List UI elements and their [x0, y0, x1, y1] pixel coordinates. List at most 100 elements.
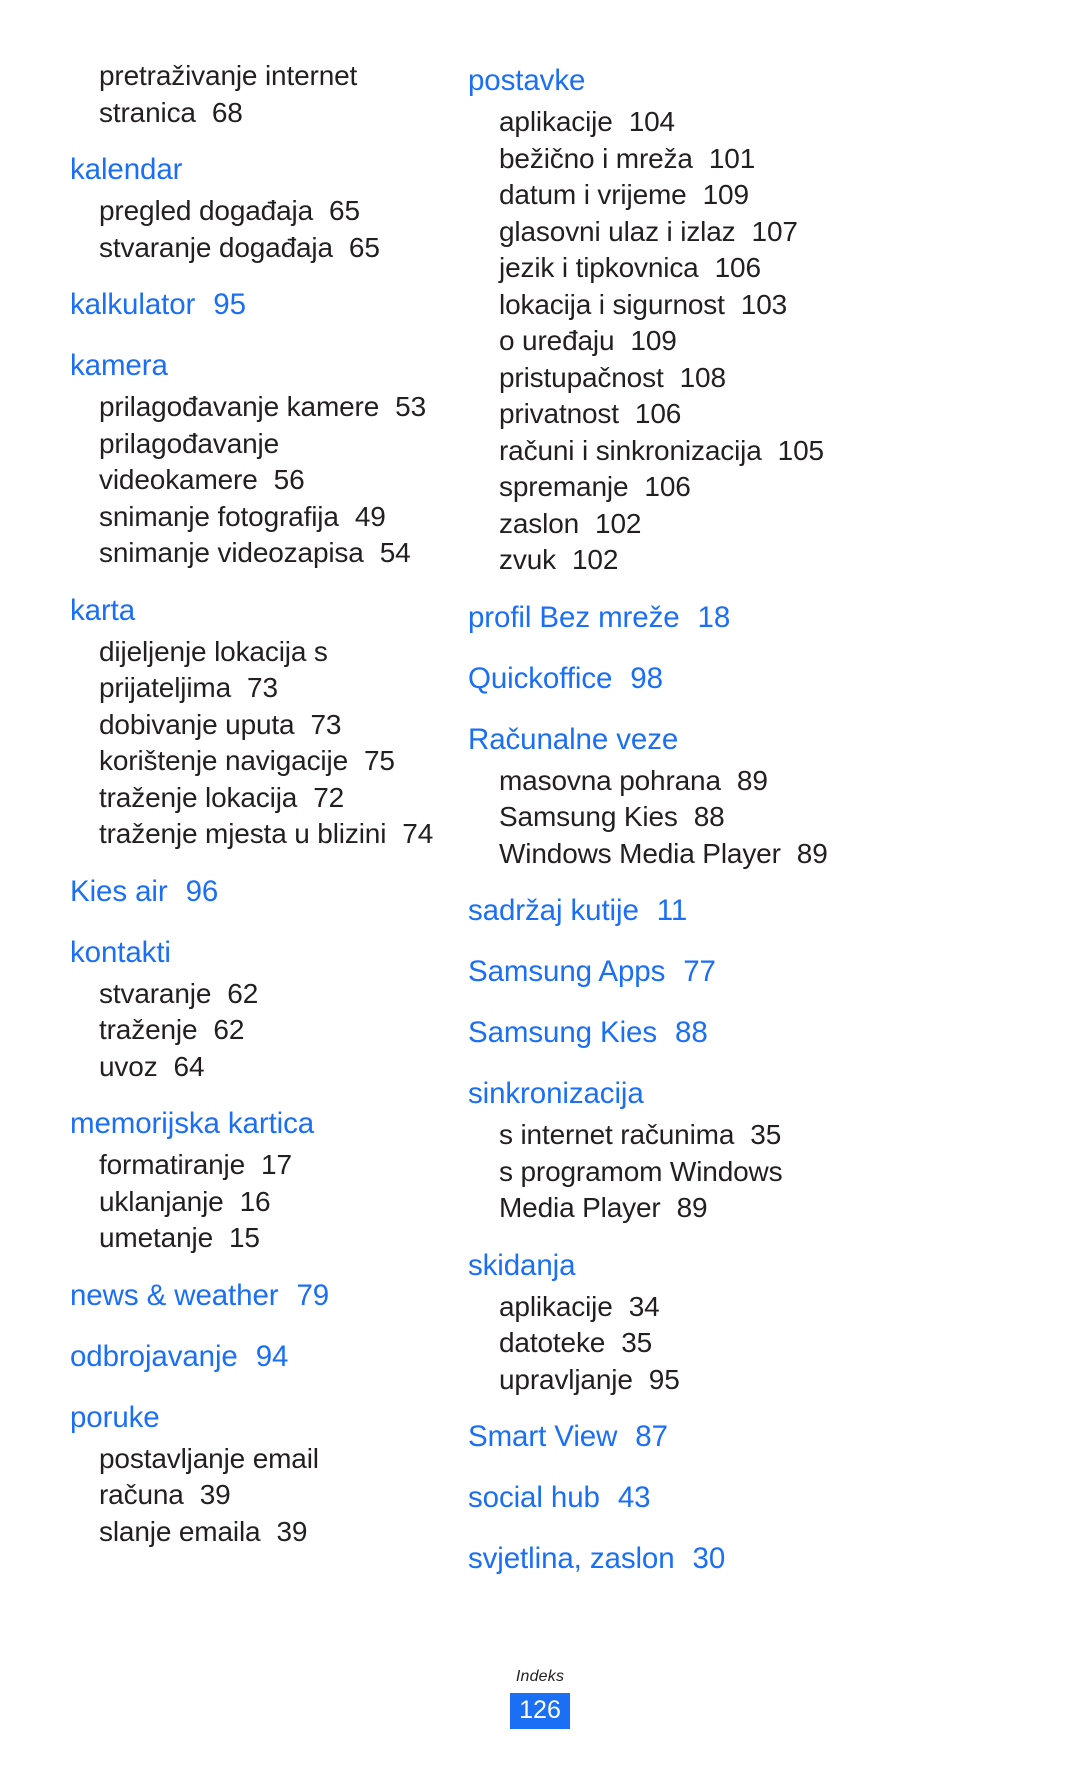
index-subentry[interactable]: s internet računima 35 — [468, 1117, 1040, 1154]
index-subentry[interactable]: postavljanje email — [70, 1441, 440, 1478]
index-subentry[interactable]: datoteke 35 — [468, 1325, 1040, 1362]
index-entry-heading[interactable]: Samsung Apps 77 — [468, 949, 1040, 994]
index-subentry-page-number: 74 — [402, 818, 434, 849]
index-entry-heading[interactable]: kalkulator 95 — [70, 282, 440, 327]
index-entry: karta dijeljenje lokacija s prijateljima 73… — [70, 588, 440, 853]
index-entry-heading[interactable]: kamera — [70, 343, 440, 388]
index-entry-heading-label: memorijska kartica — [70, 1107, 315, 1140]
index-entry-heading[interactable]: news & weather 79 — [70, 1273, 440, 1318]
index-subentry[interactable]: lokacija i sigurnost 103 — [468, 287, 1040, 324]
index-entry-heading[interactable]: Kies air 96 — [70, 869, 440, 914]
index-subentry-label: dijeljenje lokacija s — [99, 635, 328, 667]
index-subentry-list: s internet računima 35 s programom Windows… — [468, 1117, 1040, 1227]
index-entry-heading[interactable]: social hub 43 — [468, 1475, 1040, 1520]
index-page: pretraživanje internet stranica 68 kalendar… — [0, 0, 1080, 1771]
index-subentry-label: upravljanje — [499, 1363, 633, 1395]
index-subentry[interactable]: traženje 62 — [70, 1012, 440, 1049]
index-subentry-page-number: 65 — [348, 231, 380, 263]
index-subentry[interactable]: formatiranje 17 — [70, 1147, 440, 1184]
index-subentry[interactable]: traženje lokacija 72 — [70, 780, 440, 817]
index-entry-heading[interactable]: Quickoffice 98 — [468, 656, 1040, 701]
index-subentry[interactable]: glasovni ulaz i izlaz 107 — [468, 214, 1040, 251]
index-subentry[interactable]: stranica 68 — [70, 95, 440, 132]
index-entry-page-number: 87 — [635, 1420, 668, 1453]
index-subentry[interactable]: privatnost 106 — [468, 396, 1040, 433]
index-subentry[interactable]: o uređaju 109 — [468, 323, 1040, 360]
index-subentry[interactable]: datum i vrijeme 109 — [468, 177, 1040, 214]
index-subentry[interactable]: dijeljenje lokacija s — [70, 634, 440, 671]
index-subentry[interactable]: prilagođavanje kamere 53 — [70, 389, 440, 426]
index-subentry[interactable]: pretraživanje internet — [70, 58, 440, 95]
index-entry-heading[interactable]: poruke — [70, 1395, 440, 1440]
index-subentry-page-number: 62 — [213, 1014, 245, 1045]
index-subentry-page-number: 56 — [273, 464, 305, 495]
index-subentry[interactable]: aplikacije 104 — [468, 104, 1040, 141]
index-subentry[interactable]: videokamere 56 — [70, 462, 440, 499]
index-subentry-page-number: 89 — [736, 764, 768, 796]
index-subentry-label: stranica — [99, 96, 196, 128]
index-subentry[interactable]: prijateljima 73 — [70, 670, 440, 707]
index-entry-heading[interactable]: svjetlina, zaslon 30 — [468, 1536, 1040, 1581]
index-entry-heading[interactable]: postavke — [468, 58, 1040, 103]
index-subentry-label: pristupačnost — [499, 361, 664, 393]
index-subentry[interactable]: pregled događaja 65 — [70, 193, 440, 230]
index-entry-heading-label: skidanja — [468, 1248, 576, 1282]
index-subentry[interactable]: uklanjanje 16 — [70, 1184, 440, 1221]
index-subentry-page-number: 34 — [628, 1290, 660, 1322]
index-entry-heading[interactable]: Smart View 87 — [468, 1414, 1040, 1459]
index-subentry[interactable]: aplikacije 34 — [468, 1289, 1040, 1326]
index-subentry[interactable]: s programom Windows — [468, 1154, 1040, 1191]
index-subentry[interactable]: umetanje 15 — [70, 1220, 440, 1257]
index-subentry[interactable]: dobivanje uputa 73 — [70, 707, 440, 744]
index-subentry[interactable]: bežično i mreža 101 — [468, 141, 1040, 178]
index-subentry[interactable]: Windows Media Player 89 — [468, 836, 1040, 873]
index-subentry[interactable]: uvoz 64 — [70, 1049, 440, 1086]
index-entry-heading[interactable]: odbrojavanje 94 — [70, 1334, 440, 1379]
index-entry-heading[interactable]: Samsung Kies 88 — [468, 1010, 1040, 1055]
index-subentry[interactable]: snimanje fotografija 49 — [70, 499, 440, 536]
index-subentry[interactable]: korištenje navigacije 75 — [70, 743, 440, 780]
index-subentry[interactable]: računa 39 — [70, 1477, 440, 1514]
index-entry: Računalne veze masovna pohrana 89 Samsung K… — [468, 717, 1040, 873]
index-subentry[interactable]: Media Player 89 — [468, 1190, 1040, 1227]
index-subentry[interactable]: stvaranje događaja 65 — [70, 230, 440, 267]
index-entry-heading[interactable]: profil Bez mreže 18 — [468, 595, 1040, 640]
index-subentry-label: glasovni ulaz i izlaz — [499, 215, 736, 247]
index-subentry[interactable]: traženje mjesta u blizini 74 — [70, 816, 440, 853]
index-subentry-label: datoteke — [499, 1327, 606, 1358]
index-subentry[interactable]: Samsung Kies 88 — [468, 799, 1040, 836]
index-subentry-page-number: 106 — [634, 398, 682, 429]
index-entry-heading[interactable]: memorijska kartica — [70, 1101, 440, 1146]
index-entry-heading[interactable]: sinkronizacija — [468, 1071, 1040, 1116]
index-subentry[interactable]: stvaranje 62 — [70, 976, 440, 1013]
index-subentry[interactable]: zaslon 102 — [468, 506, 1040, 543]
index-subentry[interactable]: spremanje 106 — [468, 469, 1040, 506]
index-subentry-label: zaslon — [499, 507, 580, 539]
index-subentry-page-number: 104 — [628, 106, 675, 137]
index-entry-heading[interactable]: sadržaj kutije 11 — [468, 888, 1040, 933]
index-subentry[interactable]: masovna pohrana 89 — [468, 763, 1040, 800]
index-subentry[interactable]: slanje emaila 39 — [70, 1514, 440, 1551]
index-subentry[interactable]: računi i sinkronizacija 105 — [468, 433, 1040, 470]
index-entry-heading[interactable]: skidanja — [468, 1243, 1040, 1288]
index-subentry[interactable]: prilagođavanje — [70, 426, 440, 463]
index-subentry-label: Media Player — [499, 1192, 661, 1223]
index-subentry-list: masovna pohrana 89 Samsung Kies 88 Windows M… — [468, 763, 1040, 873]
index-entry-heading[interactable]: kontakti — [70, 930, 440, 975]
index-entry-heading-label: Samsung Kies — [468, 1016, 658, 1049]
index-subentry[interactable]: pristupačnost 108 — [468, 360, 1040, 397]
index-entry-heading[interactable]: karta — [70, 588, 440, 633]
index-entry: social hub 43 — [468, 1475, 1040, 1520]
index-subentry[interactable]: jezik i tipkovnica 106 — [468, 250, 1040, 287]
index-subentry[interactable]: snimanje videozapisa 54 — [70, 535, 440, 572]
index-entry-heading[interactable]: kalendar — [70, 147, 440, 192]
index-entry-heading[interactable]: Računalne veze — [468, 717, 1040, 762]
index-subentry[interactable]: zvuk 102 — [468, 542, 1040, 579]
index-subentry-label: snimanje fotografija — [99, 500, 339, 532]
index-subentry-label: prilagođavanje kamere — [99, 391, 380, 422]
index-entry-heading-label: sadržaj kutije — [468, 894, 639, 927]
index-subentry-label: stvaranje događaja — [99, 231, 333, 263]
index-entry: Smart View 87 — [468, 1414, 1040, 1459]
index-subentry[interactable]: upravljanje 95 — [468, 1362, 1040, 1399]
index-subentry-page-number: 105 — [777, 434, 824, 466]
